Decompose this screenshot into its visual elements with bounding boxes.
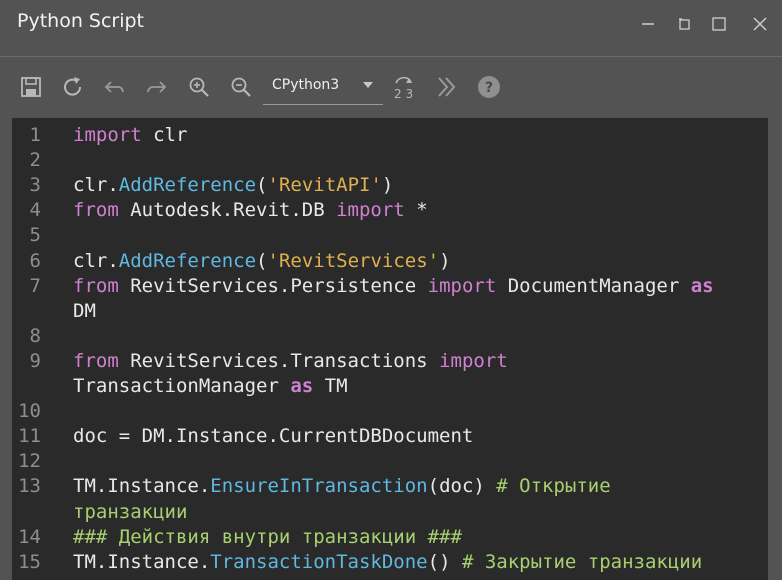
code-text: import clr	[73, 123, 187, 148]
code-token: import	[73, 124, 142, 146]
code-text: clr.AddReference('RevitAPI')	[73, 173, 393, 198]
code-token: import	[439, 349, 508, 372]
window-title: Python Script	[17, 10, 145, 32]
code-token: 'RevitServices'	[267, 249, 440, 272]
code-token: ### Действия внутри транзакции ###	[73, 525, 462, 548]
code-token: (	[256, 249, 268, 272]
code-text: TransactionManager as TM	[73, 374, 348, 399]
title-bar: Python Script	[0, 0, 782, 57]
redo-icon[interactable]	[143, 74, 169, 100]
code-token: clr.	[73, 249, 119, 272]
line-number: 1	[29, 124, 41, 146]
code-token: Autodesk.Revit.DB	[118, 199, 337, 222]
code-token: ()	[427, 550, 462, 573]
help-label: ?	[485, 80, 493, 96]
engine-value: CPython3	[272, 77, 340, 93]
code-text: TM.Instance.EnsureInTransaction(doc) # О…	[73, 474, 611, 499]
line-number: 3	[29, 174, 41, 197]
code-text: транзакции	[73, 500, 187, 525]
line-number: 2	[29, 149, 41, 172]
line-number: 13	[18, 475, 41, 498]
line-number: 9	[29, 349, 41, 372]
line-number: 10	[18, 400, 41, 423]
code-token: from	[73, 199, 119, 222]
code-text: from RevitServices.Transactions import	[73, 349, 508, 374]
code-token: AddReference	[118, 249, 257, 272]
code-token: # Закрытие транзакции	[461, 550, 703, 573]
code-text: doc = DM.Instance.CurrentDBDocument	[73, 424, 473, 449]
code-token: TM.Instance.	[73, 550, 211, 573]
line-number: 4	[29, 199, 41, 222]
code-token: import	[427, 274, 497, 297]
code-token: TM.Instance.	[73, 475, 211, 498]
run-label: 2 3	[394, 87, 413, 100]
code-token: DM	[73, 299, 96, 322]
code-token: from	[73, 349, 119, 372]
code-token: TM	[313, 375, 348, 397]
code-token: # Открытие	[496, 475, 611, 498]
code-token: DocumentManager	[496, 274, 691, 297]
code-token: from	[73, 274, 119, 297]
code-text: ### Действия внутри транзакции ###	[73, 525, 462, 550]
chevron-down-icon	[363, 82, 373, 88]
line-number: 11	[18, 425, 41, 448]
code-editor[interactable]: 1 import clr 2 3 clr.AddReference('RevitAPI'…	[12, 118, 768, 580]
zoom-out-icon[interactable]	[228, 74, 254, 100]
zoom-in-icon[interactable]	[186, 74, 212, 100]
maximize-icon[interactable]	[707, 12, 731, 36]
code-token: as	[690, 274, 714, 297]
code-token: RevitServices.Transactions	[118, 349, 440, 372]
code-token: TransactionTaskDone	[210, 550, 428, 573]
code-token: doc = DM.Instance.CurrentDBDocument	[73, 425, 474, 448]
code-token: clr.	[73, 174, 119, 197]
code-token: транзакции	[73, 500, 188, 523]
code-token: TransactionManager	[73, 375, 291, 397]
line-number: 8	[29, 324, 41, 347]
code-token: AddReference	[118, 174, 257, 197]
line-number: 14	[18, 525, 41, 548]
line-number: 7	[29, 274, 41, 297]
code-text: from Autodesk.Revit.DB import *	[73, 198, 428, 223]
engine-select[interactable]: CPython3	[263, 66, 383, 105]
line-number: 6	[29, 249, 41, 272]
code-token: RevitServices.Persistence	[118, 274, 428, 297]
line-number: 12	[18, 450, 41, 473]
code-text: DM	[73, 299, 96, 324]
code-token: import	[336, 199, 405, 222]
code-text: TM.Instance.TransactionTaskDone() # Закр…	[73, 550, 702, 575]
code-text: from RevitServices.Persistence import Do…	[73, 274, 714, 299]
code-token: (	[256, 174, 268, 197]
close-icon[interactable]	[748, 12, 772, 36]
code-token: )	[439, 249, 451, 272]
code-token: *	[404, 199, 428, 222]
refresh-icon[interactable]	[60, 74, 86, 100]
undo-icon[interactable]	[102, 74, 128, 100]
code-token: )	[381, 174, 394, 197]
toolbar: 2 3 ?	[0, 57, 782, 117]
code-text: clr.AddReference('RevitServices')	[73, 249, 451, 274]
line-number: 5	[29, 224, 41, 247]
minimize-icon[interactable]	[636, 12, 660, 36]
code-token: 'RevitAPI'	[267, 174, 382, 197]
line-number: 15	[18, 550, 41, 573]
save-icon[interactable]	[18, 74, 44, 100]
code-token: EnsureInTransaction	[210, 475, 428, 498]
more-icon[interactable]	[434, 74, 460, 100]
code-token: as	[290, 375, 314, 397]
code-token: clr	[141, 124, 188, 146]
restore-icon[interactable]	[672, 12, 696, 36]
run-icon[interactable]: 2 3	[392, 74, 422, 100]
help-icon[interactable]: ?	[476, 74, 502, 100]
code-token: (doc)	[427, 475, 497, 498]
